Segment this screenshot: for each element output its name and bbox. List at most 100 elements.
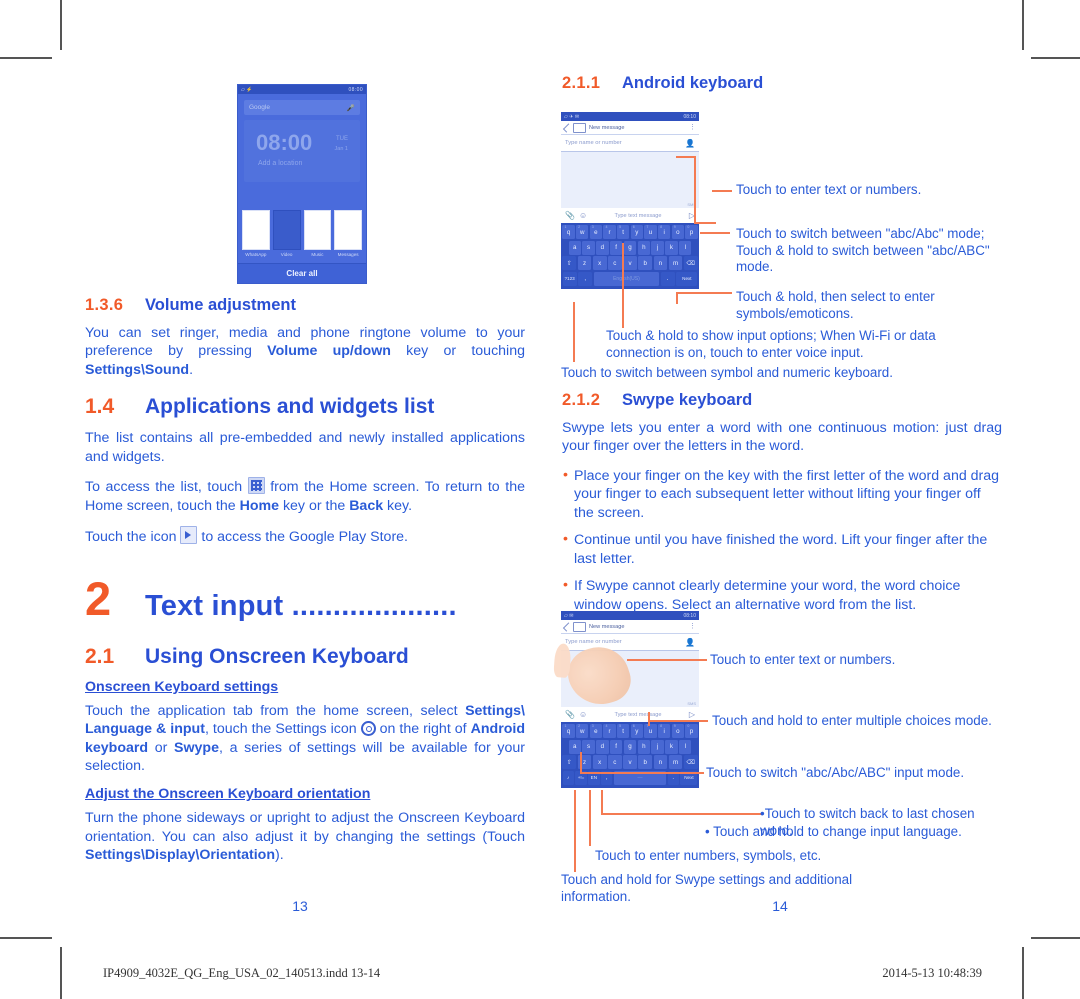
key[interactable]: 0p <box>685 225 698 239</box>
backspace-key[interactable]: ⌫ <box>683 755 698 769</box>
key[interactable]: 7u <box>644 225 657 239</box>
recent-app-card[interactable]: Messages <box>334 210 362 260</box>
key-label: t <box>622 228 625 236</box>
space-key[interactable]: English(US) <box>593 271 660 286</box>
key[interactable]: g <box>623 739 637 754</box>
key[interactable]: d <box>596 240 609 255</box>
key[interactable]: x <box>592 755 607 769</box>
key[interactable]: 1q <box>562 724 575 738</box>
recent-app-card[interactable]: Video <box>272 210 301 260</box>
heading-1-3-6: 1.3.6 Volume adjustment <box>85 296 525 315</box>
key-label: r <box>608 727 611 735</box>
key[interactable]: 8i <box>658 225 671 239</box>
send-icon[interactable]: ▷ <box>689 710 695 719</box>
text-bold: Settings\Display\Orientation <box>85 847 275 864</box>
microphone-icon[interactable]: 🎤 <box>347 104 355 112</box>
key[interactable]: 2w <box>576 724 589 738</box>
key[interactable]: 4r <box>603 225 616 239</box>
key[interactable]: k <box>665 739 678 754</box>
recipient-placeholder: Type name or number <box>565 639 622 645</box>
key[interactable]: 6y <box>630 225 643 239</box>
heading-2-1: 2.1 Using Onscreen Keyboard <box>85 645 525 669</box>
key[interactable]: z <box>577 256 592 270</box>
leader-line <box>580 752 582 774</box>
shift-key[interactable]: ⇧ <box>562 755 577 769</box>
key[interactable]: v <box>623 755 637 769</box>
key[interactable]: 3e <box>589 225 602 239</box>
clock-weather-widget[interactable]: 08:00 TUE Jan 1 Add a location <box>244 120 360 182</box>
key[interactable]: 8i <box>658 724 671 738</box>
symbols-key[interactable]: ?123 <box>562 271 577 286</box>
key-sup: 1 <box>564 225 567 229</box>
key[interactable]: l <box>679 739 692 754</box>
key[interactable]: v <box>623 256 637 270</box>
recipient-field[interactable]: Type name or number 👤 <box>561 135 699 152</box>
key[interactable]: 5t <box>617 225 630 239</box>
key[interactable]: 7u <box>644 724 657 738</box>
key[interactable]: m <box>668 755 683 769</box>
key[interactable]: s <box>582 739 595 754</box>
comma-key[interactable]: , <box>578 271 593 286</box>
keyboard-row: ⇧ z x c v b n m ⌫ <box>562 256 698 270</box>
overflow-menu-icon[interactable]: ⋮ <box>689 124 696 131</box>
key[interactable]: c <box>608 755 622 769</box>
mock-status-bar: ▱ ✉ 08:10 <box>561 611 699 620</box>
key[interactable]: c <box>608 256 622 270</box>
key[interactable]: f <box>610 739 623 754</box>
key[interactable]: g <box>623 240 637 255</box>
key[interactable]: 0p <box>685 724 698 738</box>
emoji-icon[interactable]: ☺ <box>579 211 587 220</box>
back-arrow-icon[interactable] <box>562 621 573 632</box>
attach-icon[interactable]: 📎 <box>565 710 575 719</box>
swype-settings-key[interactable]: ♪ <box>562 770 574 785</box>
period-key[interactable]: . <box>660 271 675 286</box>
key[interactable]: 1q <box>562 225 575 239</box>
backspace-key[interactable]: ⌫ <box>683 256 698 270</box>
key-label: y <box>635 228 639 236</box>
key[interactable]: a <box>568 739 581 754</box>
key[interactable]: s <box>582 240 595 255</box>
recipient-field[interactable]: Type name or number 👤 <box>561 634 699 651</box>
key[interactable]: k <box>665 240 678 255</box>
key[interactable]: d <box>596 739 609 754</box>
key[interactable]: j <box>651 739 664 754</box>
key[interactable]: h <box>637 240 650 255</box>
add-contact-icon[interactable]: 👤 <box>685 638 695 647</box>
app-title: New message <box>589 623 625 630</box>
crop-mark-top-right-horizontal <box>1031 57 1080 59</box>
attach-icon[interactable]: 📎 <box>565 211 575 220</box>
clear-all-button[interactable]: Clear all <box>238 263 366 283</box>
shift-key[interactable]: ⇧ <box>562 256 577 270</box>
key[interactable]: j <box>651 240 664 255</box>
add-contact-icon[interactable]: 👤 <box>685 139 695 148</box>
annotation-numbers-symbols: Touch to enter numbers, symbols, etc. <box>595 848 822 863</box>
key[interactable]: n <box>653 256 668 270</box>
recent-app-card[interactable]: Music <box>303 210 332 260</box>
crop-mark-bottom-left-horizontal <box>0 937 52 939</box>
key[interactable]: 9o <box>671 225 684 239</box>
key[interactable]: x <box>592 256 607 270</box>
key[interactable]: a <box>568 240 581 255</box>
key[interactable]: n <box>653 755 668 769</box>
key[interactable]: 9o <box>671 724 684 738</box>
key[interactable]: b <box>638 256 653 270</box>
key[interactable]: f <box>610 240 623 255</box>
overflow-menu-icon[interactable]: ⋮ <box>689 623 696 630</box>
key[interactable]: 6y <box>630 724 643 738</box>
recent-app-card[interactable]: WhatsApp <box>242 210 270 260</box>
google-search-bar[interactable]: Google 🎤 <box>244 100 360 115</box>
key[interactable]: b <box>638 755 653 769</box>
key-label: i <box>663 228 665 236</box>
emoji-icon[interactable]: ☺ <box>579 710 587 719</box>
key-sup: 7 <box>646 225 649 229</box>
key[interactable]: m <box>668 256 683 270</box>
next-key[interactable]: Next <box>676 271 698 286</box>
key[interactable]: h <box>637 739 650 754</box>
message-canvas: SMS <box>561 152 699 208</box>
key[interactable]: 4r <box>603 724 616 738</box>
key[interactable]: 5t <box>617 724 630 738</box>
key[interactable]: 3e <box>589 724 602 738</box>
key[interactable]: 2w <box>576 225 589 239</box>
key[interactable]: l <box>679 240 692 255</box>
back-arrow-icon[interactable] <box>562 122 573 133</box>
